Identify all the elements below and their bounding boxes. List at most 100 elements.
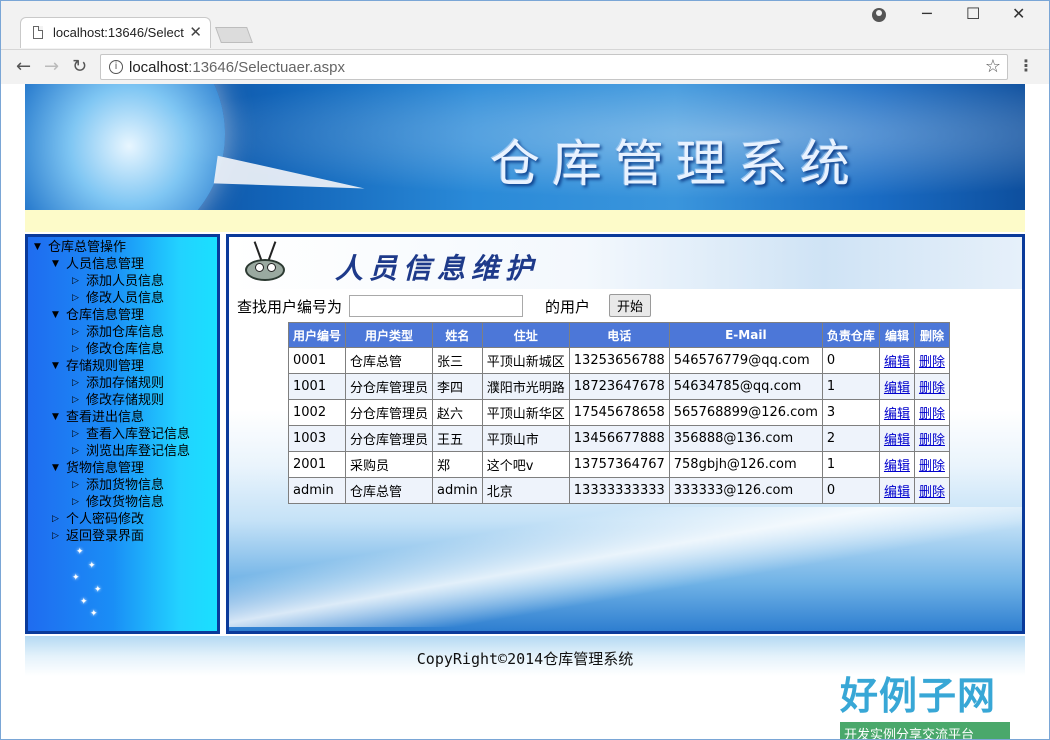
edit-link[interactable]: 编辑: [884, 407, 910, 422]
section-title: 人员信息维护: [335, 252, 540, 285]
sidebar-item[interactable]: ▷ 添加仓库信息: [32, 324, 217, 341]
sidebar-item-label[interactable]: 货物信息管理: [66, 460, 144, 477]
minimize-icon[interactable]: ─: [922, 4, 932, 23]
edit-link[interactable]: 编辑: [884, 433, 910, 448]
expanded-arrow-icon[interactable]: ▼: [34, 239, 41, 256]
delete-link[interactable]: 删除: [919, 355, 945, 370]
close-window-icon[interactable]: ✕: [1012, 4, 1025, 23]
menu-tree: ▼ 仓库总管操作 ▼ 人员信息管理 ▷ 添加人员信息 ▷ 修改人员信息 ▼ 仓库信息管理 ▷ 添加仓库…: [32, 239, 217, 545]
back-icon[interactable]: ←: [16, 56, 31, 77]
sidebar-item[interactable]: ▷ 返回登录界面: [32, 528, 217, 545]
sidebar-item-label[interactable]: 浏览出库登记信息: [86, 443, 190, 460]
sidebar-item[interactable]: ▷ 修改人员信息: [32, 290, 217, 307]
table-cell: 758gbjh@126.com: [668, 451, 823, 478]
sidebar-item-label[interactable]: 仓库信息管理: [66, 307, 144, 324]
maximize-icon[interactable]: ☐: [966, 4, 980, 23]
expanded-arrow-icon[interactable]: ▼: [52, 307, 59, 324]
table-cell: 王五: [432, 425, 483, 452]
table-cell: 分仓库管理员: [345, 399, 434, 426]
leaf-arrow-icon[interactable]: ▷: [72, 392, 79, 409]
url-field[interactable]: i localhost:13646/Selectuaer.aspx ☆: [100, 54, 1008, 80]
sidebar-item[interactable]: ▷ 修改存储规则: [32, 392, 217, 409]
sidebar-item-label[interactable]: 存储规则管理: [66, 358, 144, 375]
sidebar-item[interactable]: ▷ 个人密码修改: [32, 511, 217, 528]
sidebar-item[interactable]: ▼ 人员信息管理: [32, 256, 217, 273]
sidebar-item[interactable]: ▼ 货物信息管理: [32, 460, 217, 477]
table-cell: 1003: [287, 425, 347, 452]
info-icon[interactable]: i: [109, 60, 123, 74]
delete-link[interactable]: 删除: [919, 381, 945, 396]
reload-icon[interactable]: ↻: [72, 56, 87, 77]
bookmark-star-icon[interactable]: ☆: [985, 56, 1001, 77]
sidebar-item-label[interactable]: 修改仓库信息: [86, 341, 164, 358]
browser-tab[interactable]: localhost:13646/Select ✕: [20, 17, 211, 48]
expanded-arrow-icon[interactable]: ▼: [52, 460, 59, 477]
sidebar-item[interactable]: ▷ 浏览出库登记信息: [32, 443, 217, 460]
sidebar-item[interactable]: ▷ 修改仓库信息: [32, 341, 217, 358]
sidebar-item-label[interactable]: 个人密码修改: [66, 511, 144, 528]
table-cell: 仓库总管: [345, 477, 434, 504]
expanded-arrow-icon[interactable]: ▼: [52, 358, 59, 375]
sidebar-item-label[interactable]: 查看进出信息: [66, 409, 144, 426]
leaf-arrow-icon[interactable]: ▷: [72, 290, 79, 307]
table-cell: 18723647678: [568, 373, 670, 400]
forward-icon[interactable]: →: [44, 56, 59, 77]
leaf-arrow-icon[interactable]: ▷: [72, 477, 79, 494]
sidebar-item-label[interactable]: 仓库总管操作: [48, 239, 126, 256]
sidebar-item-label[interactable]: 添加仓库信息: [86, 324, 164, 341]
sidebar-item[interactable]: ▷ 修改货物信息: [32, 494, 217, 511]
sidebar-item-label[interactable]: 添加货物信息: [86, 477, 164, 494]
leaf-arrow-icon[interactable]: ▷: [72, 341, 79, 358]
sidebar-item-label[interactable]: 返回登录界面: [66, 528, 144, 545]
menu-kebab-icon[interactable]: ⋮: [1018, 56, 1034, 75]
collapsed-arrow-icon[interactable]: ▷: [52, 528, 59, 545]
collapsed-arrow-icon[interactable]: ▷: [52, 511, 59, 528]
sidebar-item[interactable]: ▷ 添加存储规则: [32, 375, 217, 392]
delete-link[interactable]: 删除: [919, 459, 945, 474]
table-row: 1002 分仓库管理员 赵六 平顶山新华区 17545678658 565768899@1…: [287, 399, 950, 426]
table-row: 2001 采购员郑这个吧v 13757364767 758gbjh@126.com 1 编…: [287, 451, 950, 478]
sidebar-item-label[interactable]: 修改存储规则: [86, 392, 164, 409]
table-cell: 这个吧v: [481, 451, 570, 478]
sidebar-item-label[interactable]: 添加存储规则: [86, 375, 164, 392]
sidebar-item-label[interactable]: 修改人员信息: [86, 290, 164, 307]
table-cell: 编辑: [878, 399, 915, 426]
sidebar-item[interactable]: ▼ 查看进出信息: [32, 409, 217, 426]
table-cell: 编辑: [878, 425, 915, 452]
table-cell: 0001: [287, 347, 347, 374]
sidebar-item[interactable]: ▷ 添加货物信息: [32, 477, 217, 494]
leaf-arrow-icon[interactable]: ▷: [72, 273, 79, 290]
sidebar-item[interactable]: ▷ 添加人员信息: [32, 273, 217, 290]
sidebar-item[interactable]: ▼ 仓库信息管理: [32, 307, 217, 324]
leaf-arrow-icon[interactable]: ▷: [72, 426, 79, 443]
sidebar-item-label[interactable]: 修改货物信息: [86, 494, 164, 511]
sidebar-item[interactable]: ▼ 存储规则管理: [32, 358, 217, 375]
sidebar-item[interactable]: ▷ 查看入库登记信息: [32, 426, 217, 443]
edit-link[interactable]: 编辑: [884, 485, 910, 500]
edit-link[interactable]: 编辑: [884, 459, 910, 474]
leaf-arrow-icon[interactable]: ▷: [72, 375, 79, 392]
delete-link[interactable]: 删除: [919, 407, 945, 422]
table-cell: 2001: [287, 451, 347, 478]
edit-link[interactable]: 编辑: [884, 355, 910, 370]
expanded-arrow-icon[interactable]: ▼: [52, 256, 59, 273]
sidebar-item-label[interactable]: 查看入库登记信息: [86, 426, 190, 443]
delete-link[interactable]: 删除: [919, 485, 945, 500]
sidebar-item-label[interactable]: 添加人员信息: [86, 273, 164, 290]
table-cell: 3: [821, 399, 880, 426]
close-tab-icon[interactable]: ✕: [189, 23, 202, 41]
edit-link[interactable]: 编辑: [884, 381, 910, 396]
start-search-button[interactable]: 开始: [609, 294, 651, 317]
leaf-arrow-icon[interactable]: ▷: [72, 443, 79, 460]
sidebar-item[interactable]: ▼ 仓库总管操作: [32, 239, 217, 256]
table-cell: admin: [287, 477, 347, 504]
account-icon[interactable]: [872, 8, 886, 22]
browser-titlebar: localhost:13646/Select ✕ ─ ☐ ✕: [0, 0, 1050, 50]
expanded-arrow-icon[interactable]: ▼: [52, 409, 59, 426]
leaf-arrow-icon[interactable]: ▷: [72, 494, 79, 511]
delete-link[interactable]: 删除: [919, 433, 945, 448]
user-id-search-input[interactable]: [349, 295, 523, 317]
leaf-arrow-icon[interactable]: ▷: [72, 324, 79, 341]
new-tab-button[interactable]: [215, 27, 253, 43]
sidebar-item-label[interactable]: 人员信息管理: [66, 256, 144, 273]
